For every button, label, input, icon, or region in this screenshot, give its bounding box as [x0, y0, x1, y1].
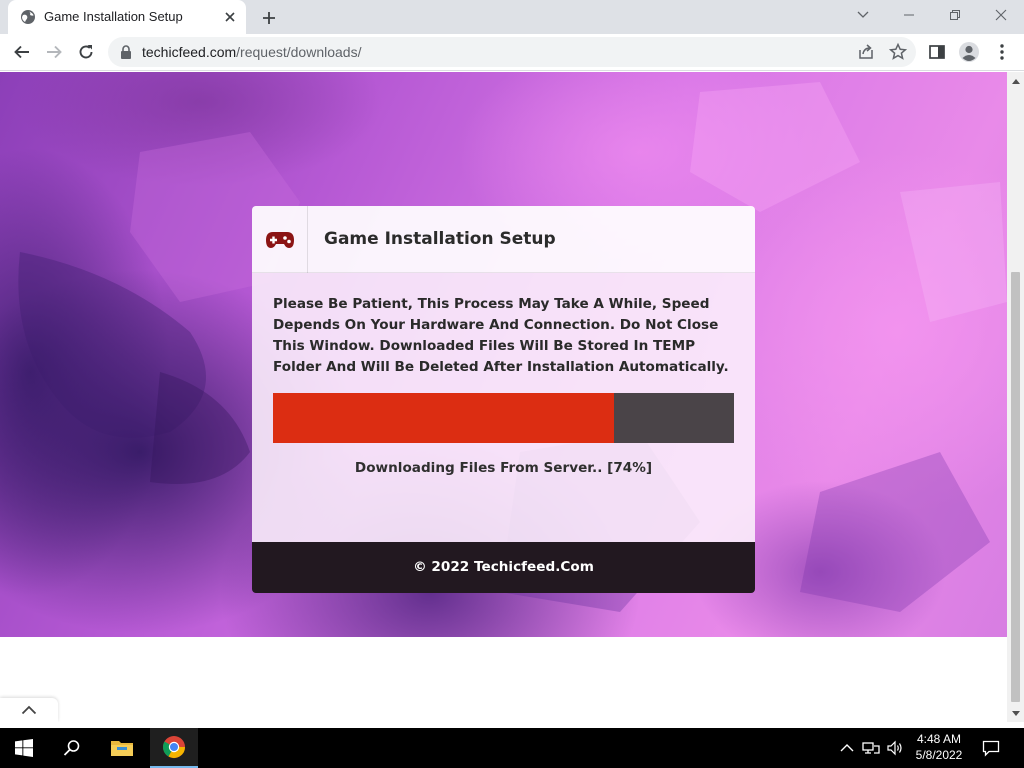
new-tab-icon[interactable]	[258, 7, 280, 29]
close-icon	[995, 9, 1007, 21]
clock-date: 5/8/2022	[915, 748, 963, 762]
chevron-up-icon	[21, 705, 37, 715]
scroll-up-button[interactable]	[1007, 72, 1024, 89]
restore-button[interactable]	[932, 0, 978, 30]
gamepad-icon	[265, 231, 294, 248]
url-text[interactable]: techicfeed.com/request/downloads/	[142, 44, 361, 60]
scrollbar-thumb[interactable]	[1011, 272, 1020, 702]
taskbar-clock[interactable]: 4:48 AM 5/8/2022	[905, 731, 973, 763]
card-body: Please Be Patient, This Process May Take…	[252, 273, 755, 542]
notice-text: Please Be Patient, This Process May Take…	[273, 296, 729, 375]
folder-icon	[111, 741, 133, 756]
volume-icon[interactable]	[886, 739, 904, 757]
search-button[interactable]	[48, 728, 96, 768]
page-scrollbar[interactable]	[1007, 72, 1024, 722]
reload-icon	[79, 45, 93, 59]
hero-background: Game Installation Setup Please Be Patien…	[0, 72, 1007, 637]
card-icon-box	[252, 206, 308, 273]
installer-card: Game Installation Setup Please Be Patien…	[252, 206, 755, 593]
clock-time: 4:48 AM	[916, 732, 962, 746]
network-icon[interactable]	[862, 739, 880, 757]
card-title: Game Installation Setup	[324, 229, 556, 249]
globe-icon	[21, 10, 35, 24]
minimize-icon	[904, 14, 914, 16]
profile-avatar-icon[interactable]	[958, 41, 980, 63]
tab-title: Game Installation Setup	[44, 9, 183, 24]
share-icon[interactable]	[856, 42, 876, 62]
scroll-down-button[interactable]	[1007, 705, 1024, 722]
card-footer: © 2022 Techicfeed.Com	[252, 542, 755, 593]
url-domain: techicfeed.com	[142, 44, 237, 60]
arrow-left-icon	[14, 45, 29, 59]
scroll-down-arrow-icon	[1011, 710, 1020, 716]
copyright-text: © 2022 Techicfeed.Com	[413, 559, 594, 575]
arrow-right-icon	[47, 45, 62, 59]
back-to-top-button[interactable]	[0, 698, 58, 722]
windows-logo-icon	[15, 739, 33, 757]
progress-bar-fill	[273, 393, 615, 443]
download-status: Downloading Files From Server.. [74%]	[354, 460, 653, 476]
more-menu-icon[interactable]	[994, 43, 1010, 61]
progress-bar	[273, 393, 734, 443]
scroll-up-arrow-icon	[1011, 78, 1020, 84]
browser-toolbar: techicfeed.com/request/downloads/	[0, 34, 1024, 71]
chrome-icon	[162, 736, 185, 759]
bookmark-star-icon[interactable]	[888, 42, 908, 62]
address-bar[interactable]: techicfeed.com/request/downloads/	[108, 37, 916, 67]
reload-button[interactable]	[73, 39, 99, 65]
forward-button[interactable]	[41, 39, 67, 65]
browser-tab-bar: Game Installation Setup	[0, 0, 1024, 34]
browser-tab[interactable]: Game Installation Setup	[8, 0, 246, 34]
start-button[interactable]	[0, 728, 48, 768]
file-explorer-button[interactable]	[98, 728, 146, 768]
back-button[interactable]	[9, 39, 35, 65]
page-viewport: Game Installation Setup Please Be Patien…	[0, 72, 1007, 722]
card-header: Game Installation Setup	[252, 206, 755, 273]
windows-taskbar: 4:48 AM 5/8/2022	[0, 728, 1024, 768]
close-window-button[interactable]	[978, 0, 1024, 30]
lock-icon[interactable]	[120, 45, 132, 59]
chevron-down-icon	[857, 11, 869, 18]
url-path: /request/downloads/	[236, 44, 362, 60]
chrome-taskbar-button[interactable]	[150, 728, 198, 768]
restore-icon	[950, 10, 960, 20]
tray-overflow-chevron-icon[interactable]	[838, 739, 856, 757]
side-panel-icon[interactable]	[928, 43, 946, 61]
close-tab-icon[interactable]	[220, 7, 240, 27]
minimize-button[interactable]	[886, 0, 932, 30]
notification-center-icon[interactable]	[982, 739, 1000, 757]
search-icon	[63, 740, 80, 756]
tab-search-button[interactable]	[840, 0, 886, 30]
